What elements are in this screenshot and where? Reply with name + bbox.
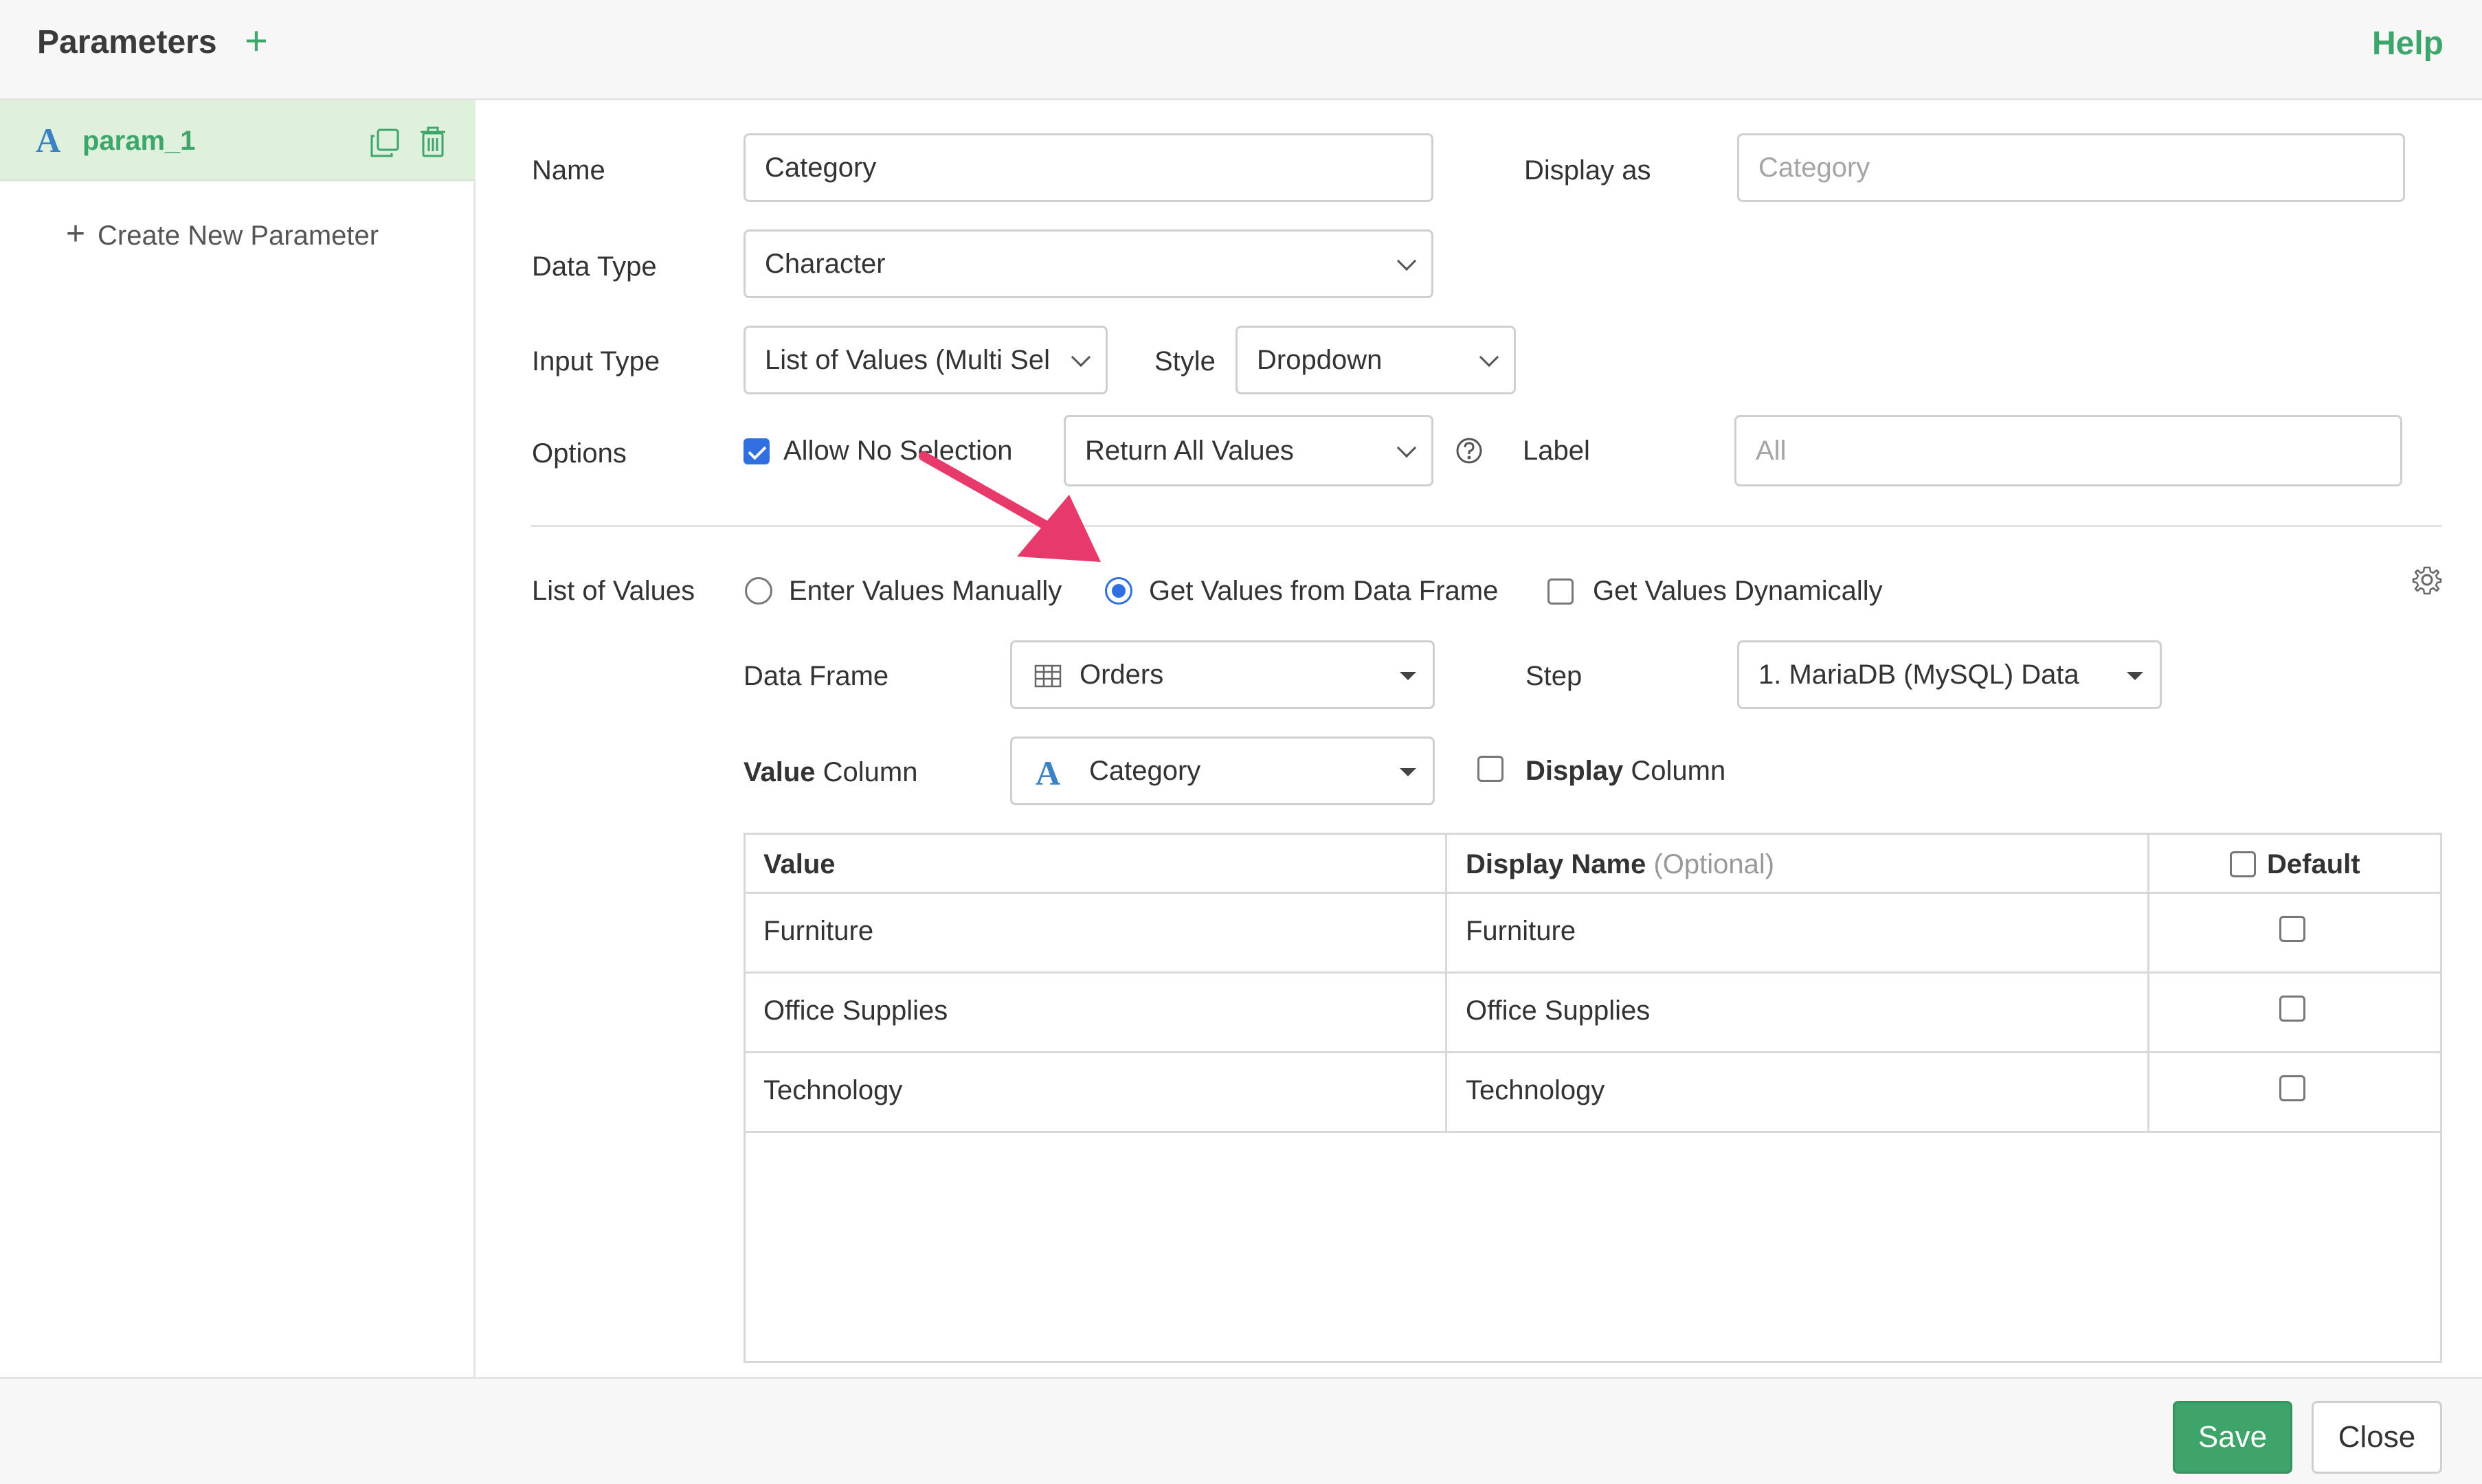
dialog-header: Parameters + Help — [0, 0, 2482, 100]
save-button[interactable]: Save — [2173, 1401, 2292, 1474]
name-label: Name — [532, 155, 605, 186]
row-divider — [746, 892, 2440, 894]
default-all-checkbox[interactable] — [2230, 851, 2256, 877]
parameter-sidebar: A param_1 + Create New Parameter — [0, 100, 476, 1377]
label-input[interactable]: All — [1734, 415, 2402, 486]
create-new-parameter-link[interactable]: + Create New Parameter — [66, 216, 379, 254]
chevron-down-icon — [1396, 438, 1417, 458]
input-type-select[interactable]: List of Values (Multi Sel — [744, 326, 1108, 394]
value-column-value: Category — [1089, 756, 1201, 786]
display-as-placeholder: Category — [1758, 153, 1870, 183]
get-values-dynamically-checkbox[interactable] — [1547, 578, 1574, 605]
caret-down-icon — [1400, 672, 1416, 680]
display-name-column-header: Display Name (Optional) — [1466, 849, 1775, 879]
step-value: 1. MariaDB (MySQL) Data — [1758, 660, 2079, 690]
name-input-value: Category — [765, 153, 877, 183]
add-parameter-icon[interactable]: + — [245, 21, 268, 62]
table-icon — [1034, 664, 1062, 688]
default-checkbox[interactable] — [2279, 916, 2305, 942]
section-divider — [530, 525, 2442, 527]
label-label: Label — [1523, 436, 1590, 466]
get-values-from-data-frame-radio[interactable] — [1105, 577, 1132, 605]
data-type-value: Character — [765, 249, 886, 279]
chevron-down-icon — [1479, 347, 1499, 368]
help-link[interactable]: Help — [2372, 23, 2444, 65]
duplicate-icon[interactable] — [370, 128, 400, 158]
name-input[interactable]: Category — [744, 133, 1433, 202]
display-name-cell[interactable]: Technology — [1466, 1072, 1605, 1108]
style-label: Style — [1154, 346, 1216, 376]
get-values-from-data-frame-label: Get Values from Data Frame — [1149, 576, 1499, 606]
column-divider — [2147, 835, 2149, 1133]
default-checkbox[interactable] — [2279, 996, 2305, 1022]
column-divider — [1445, 835, 1447, 1133]
label-placeholder: All — [1756, 436, 1787, 466]
style-value: Dropdown — [1257, 345, 1383, 375]
dialog-footer: Save Close — [0, 1377, 2482, 1484]
get-values-dynamically-label: Get Values Dynamically — [1593, 576, 1883, 606]
display-column-label: Display Column — [1525, 756, 1726, 786]
value-cell[interactable]: Office Supplies — [763, 993, 948, 1028]
character-type-icon: A — [36, 121, 61, 159]
gear-icon[interactable] — [2412, 565, 2442, 595]
data-frame-select[interactable]: Orders — [1010, 640, 1435, 709]
row-divider — [746, 1051, 2440, 1053]
default-column-header: Default — [2267, 849, 2360, 879]
display-column-checkbox[interactable] — [1477, 756, 1503, 782]
step-select[interactable]: 1. MariaDB (MySQL) Data — [1737, 640, 2162, 709]
chevron-down-icon — [1071, 347, 1091, 368]
values-table: Value Display Name (Optional) Default Fu… — [744, 833, 2442, 1363]
display-name-cell[interactable]: Office Supplies — [1466, 993, 1650, 1028]
enter-values-manually-radio[interactable] — [745, 577, 772, 605]
value-column-header: Value — [763, 849, 836, 879]
data-frame-value: Orders — [1080, 660, 1164, 690]
enter-values-manually-label: Enter Values Manually — [789, 576, 1062, 606]
help-question-icon[interactable] — [1455, 437, 1483, 464]
data-type-label: Data Type — [532, 251, 657, 282]
annotation-arrow-icon — [919, 451, 1101, 562]
trash-icon[interactable] — [419, 126, 447, 158]
row-divider — [746, 1131, 2440, 1133]
plus-icon: + — [66, 216, 86, 252]
character-type-icon: A — [1036, 754, 1061, 792]
value-column-select[interactable]: A Category — [1010, 737, 1435, 805]
step-label: Step — [1525, 661, 1583, 691]
options-label: Options — [532, 438, 627, 469]
value-cell[interactable]: Technology — [763, 1072, 902, 1108]
display-as-label: Display as — [1524, 155, 1651, 186]
value-cell[interactable]: Furniture — [763, 913, 873, 949]
allow-no-selection-checkbox[interactable] — [744, 438, 770, 464]
caret-down-icon — [1400, 768, 1416, 776]
value-column-label: Value Column — [744, 757, 918, 787]
list-of-values-label: List of Values — [532, 576, 695, 606]
dialog-title: Parameters — [37, 24, 217, 60]
input-type-value: List of Values (Multi Sel — [765, 345, 1050, 375]
close-button[interactable]: Close — [2312, 1401, 2442, 1474]
chevron-down-icon — [1396, 251, 1417, 271]
data-type-select[interactable]: Character — [744, 229, 1433, 298]
caret-down-icon — [2127, 672, 2143, 680]
create-new-label: Create New Parameter — [98, 221, 379, 251]
display-as-input[interactable]: Category — [1737, 133, 2405, 202]
parameter-name: param_1 — [82, 126, 196, 156]
display-name-cell[interactable]: Furniture — [1466, 913, 1576, 949]
row-divider — [746, 971, 2440, 974]
data-frame-label: Data Frame — [744, 661, 889, 691]
sidebar-item-param-1[interactable]: A param_1 — [0, 100, 476, 181]
style-select[interactable]: Dropdown — [1236, 326, 1516, 394]
input-type-label: Input Type — [532, 346, 660, 376]
default-checkbox[interactable] — [2279, 1075, 2305, 1101]
